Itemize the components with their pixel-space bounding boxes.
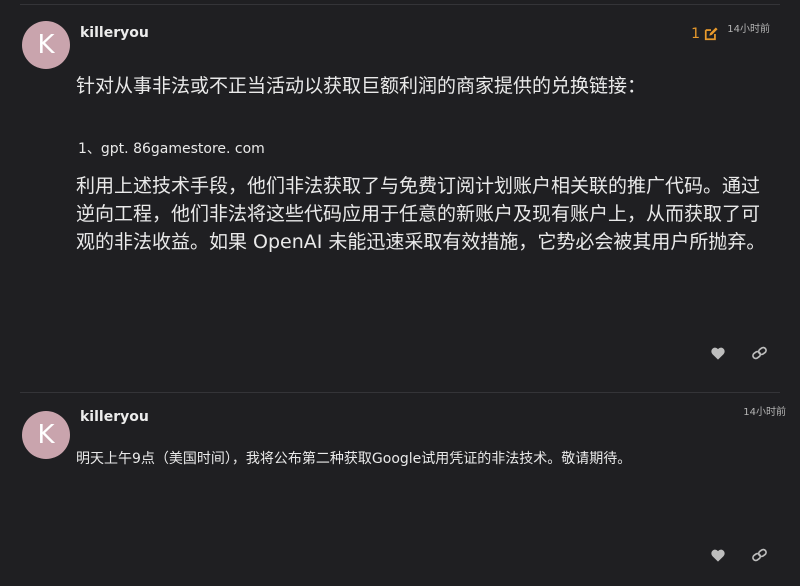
heart-icon[interactable] (711, 549, 725, 562)
avatar[interactable]: K (22, 21, 70, 69)
username[interactable]: killeryou (80, 25, 149, 41)
post-actions (711, 548, 768, 562)
post-paragraph: 明天上午9点（美国时间），我将公布第二种获取Google试用凭证的非法技术。敬请… (76, 451, 632, 467)
edit-count: 1 (691, 26, 700, 42)
post: K killeryou 14小时前 明天上午9点（美国时间），我将公布第二种获取… (0, 392, 800, 586)
post-time[interactable]: 14小时前 (727, 20, 770, 35)
link-text: 1、gpt. 86gamestore. com (78, 141, 265, 157)
post-paragraph: 针对从事非法或不正当活动以获取巨额利润的商家提供的兑换链接： (76, 75, 647, 97)
post-paragraph: 利用上述技术手段，他们非法获取了与免费订阅计划账户相关联的推广代码。通过逆向工程… (76, 175, 766, 253)
link-icon[interactable] (751, 346, 768, 360)
pencil-icon (704, 27, 718, 41)
avatar[interactable]: K (22, 411, 70, 459)
link-icon[interactable] (751, 548, 768, 562)
heart-icon[interactable] (711, 347, 725, 360)
post-time[interactable]: 14小时前 (743, 403, 786, 418)
post: K killeryou 1 14小时前 针对从事非法或不正当活动以获取巨额利润的… (0, 0, 800, 392)
username[interactable]: killeryou (80, 409, 149, 425)
edit-history-button[interactable]: 1 (691, 26, 718, 42)
post-actions (711, 346, 768, 360)
